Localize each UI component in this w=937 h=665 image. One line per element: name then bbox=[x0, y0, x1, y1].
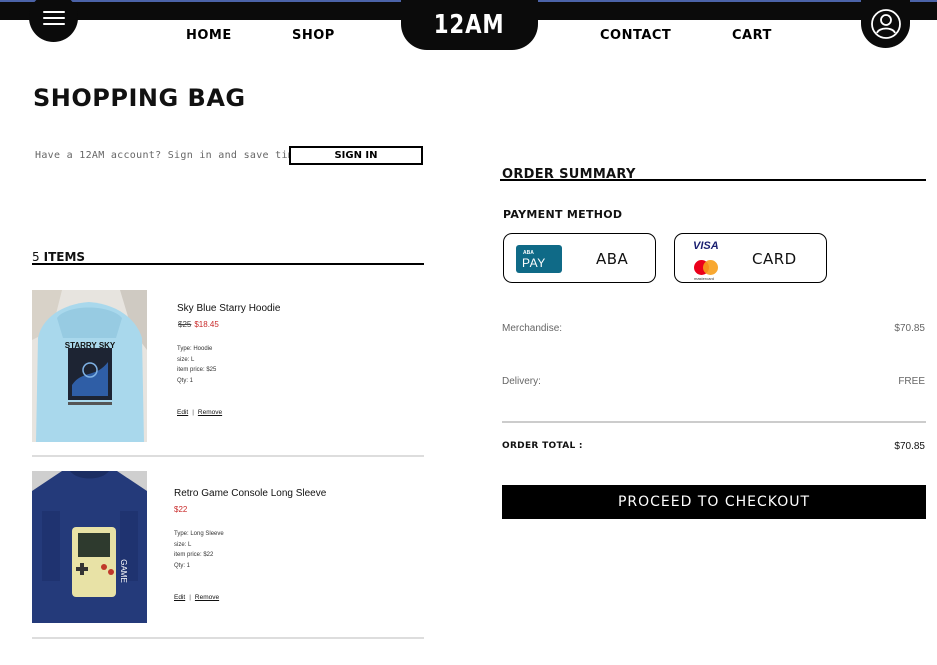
payment-option-label: CARD bbox=[752, 250, 797, 268]
item-price: $22 bbox=[174, 505, 187, 514]
item-size: size: L bbox=[174, 541, 192, 548]
order-total-value: $70.85 bbox=[894, 441, 925, 452]
merchandise-value: $70.85 bbox=[894, 323, 925, 334]
item-name[interactable]: Retro Game Console Long Sleeve bbox=[174, 488, 326, 499]
aba-pay-logo: ABA PAY bbox=[516, 245, 562, 273]
item-details: Type: Long Sleeve size: L item price: $2… bbox=[174, 529, 224, 571]
page-title: SHOPPING BAG bbox=[33, 84, 246, 112]
order-total-label: ORDER TOTAL : bbox=[502, 441, 583, 451]
item-unit-price: item price: $25 bbox=[177, 367, 217, 373]
summary-row-divider bbox=[502, 421, 926, 423]
edit-link[interactable]: Edit bbox=[177, 409, 188, 416]
item-qty: Qty: 1 bbox=[177, 377, 194, 384]
nav-shop[interactable]: SHOP bbox=[292, 28, 335, 43]
item-name[interactable]: Sky Blue Starry Hoodie bbox=[177, 303, 280, 314]
remove-link[interactable]: Remove bbox=[198, 409, 222, 416]
sign-in-button[interactable]: SIGN IN bbox=[289, 146, 423, 165]
item-actions: Edit | Remove bbox=[177, 409, 222, 416]
item-type: Type: Hoodie bbox=[177, 346, 213, 352]
signin-prompt: Have a 12AM account? Sign in and save ti… bbox=[35, 150, 307, 161]
delivery-label: Delivery: bbox=[502, 376, 541, 387]
items-count-number: 5 bbox=[32, 250, 40, 264]
merchandise-label: Merchandise: bbox=[502, 323, 563, 334]
aba-logo-big: PAY bbox=[522, 256, 546, 270]
mastercard-logo: mastercard bbox=[689, 258, 727, 282]
logo-text: 12AM bbox=[434, 10, 505, 40]
item-actions: Edit | Remove bbox=[174, 594, 219, 601]
separator: | bbox=[189, 594, 191, 601]
nav-home[interactable]: HOME bbox=[186, 28, 232, 43]
items-count: 5 ITEMS bbox=[32, 250, 85, 264]
item-sale-price: $18.45 bbox=[194, 320, 219, 329]
item-size: size: L bbox=[177, 356, 195, 363]
payment-option-card[interactable]: VISA mastercard CARD bbox=[674, 233, 827, 283]
edit-link[interactable]: Edit bbox=[174, 594, 185, 601]
items-count-label: ITEMS bbox=[43, 250, 86, 264]
user-circle-icon bbox=[870, 9, 901, 39]
product-image-hoodie[interactable]: STARRY SKY bbox=[32, 290, 147, 442]
hoodie-print-text: STARRY SKY bbox=[65, 341, 116, 350]
item-unit-price: item price: $22 bbox=[174, 552, 214, 558]
payment-method-label: PAYMENT METHOD bbox=[503, 208, 623, 221]
remove-link[interactable]: Remove bbox=[195, 594, 219, 601]
separator: | bbox=[192, 409, 194, 416]
account-button[interactable] bbox=[861, 0, 910, 48]
nav-contact[interactable]: CONTACT bbox=[600, 28, 671, 43]
payment-option-label: ABA bbox=[596, 250, 629, 268]
items-divider bbox=[32, 263, 424, 265]
menu-button[interactable] bbox=[29, 0, 78, 42]
delivery-value: FREE bbox=[898, 376, 925, 387]
proceed-to-checkout-button[interactable]: PROCEED TO CHECKOUT bbox=[502, 485, 926, 519]
item-type: Type: Long Sleeve bbox=[174, 531, 224, 537]
summary-divider bbox=[500, 179, 926, 181]
item-sale-price: $22 bbox=[174, 505, 188, 514]
menu-icon bbox=[42, 10, 65, 25]
item-old-price: $25 bbox=[178, 320, 192, 329]
item-price: $25 $18.45 bbox=[178, 320, 219, 329]
item-details: Type: Hoodie size: L item price: $25 Qty… bbox=[177, 344, 216, 386]
logo[interactable]: 12AM bbox=[401, 0, 538, 50]
product-image-longsleeve[interactable]: GAME bbox=[32, 471, 147, 623]
nav-cart[interactable]: CART bbox=[732, 28, 772, 43]
mastercard-text: mastercard bbox=[694, 276, 715, 281]
visa-logo: VISA bbox=[693, 240, 719, 252]
item-qty: Qty: 1 bbox=[174, 562, 191, 569]
sweater-print-text: GAME bbox=[119, 559, 128, 583]
payment-option-aba[interactable]: ABA PAY ABA bbox=[503, 233, 656, 283]
item-divider bbox=[32, 455, 424, 457]
item-divider bbox=[32, 637, 424, 639]
